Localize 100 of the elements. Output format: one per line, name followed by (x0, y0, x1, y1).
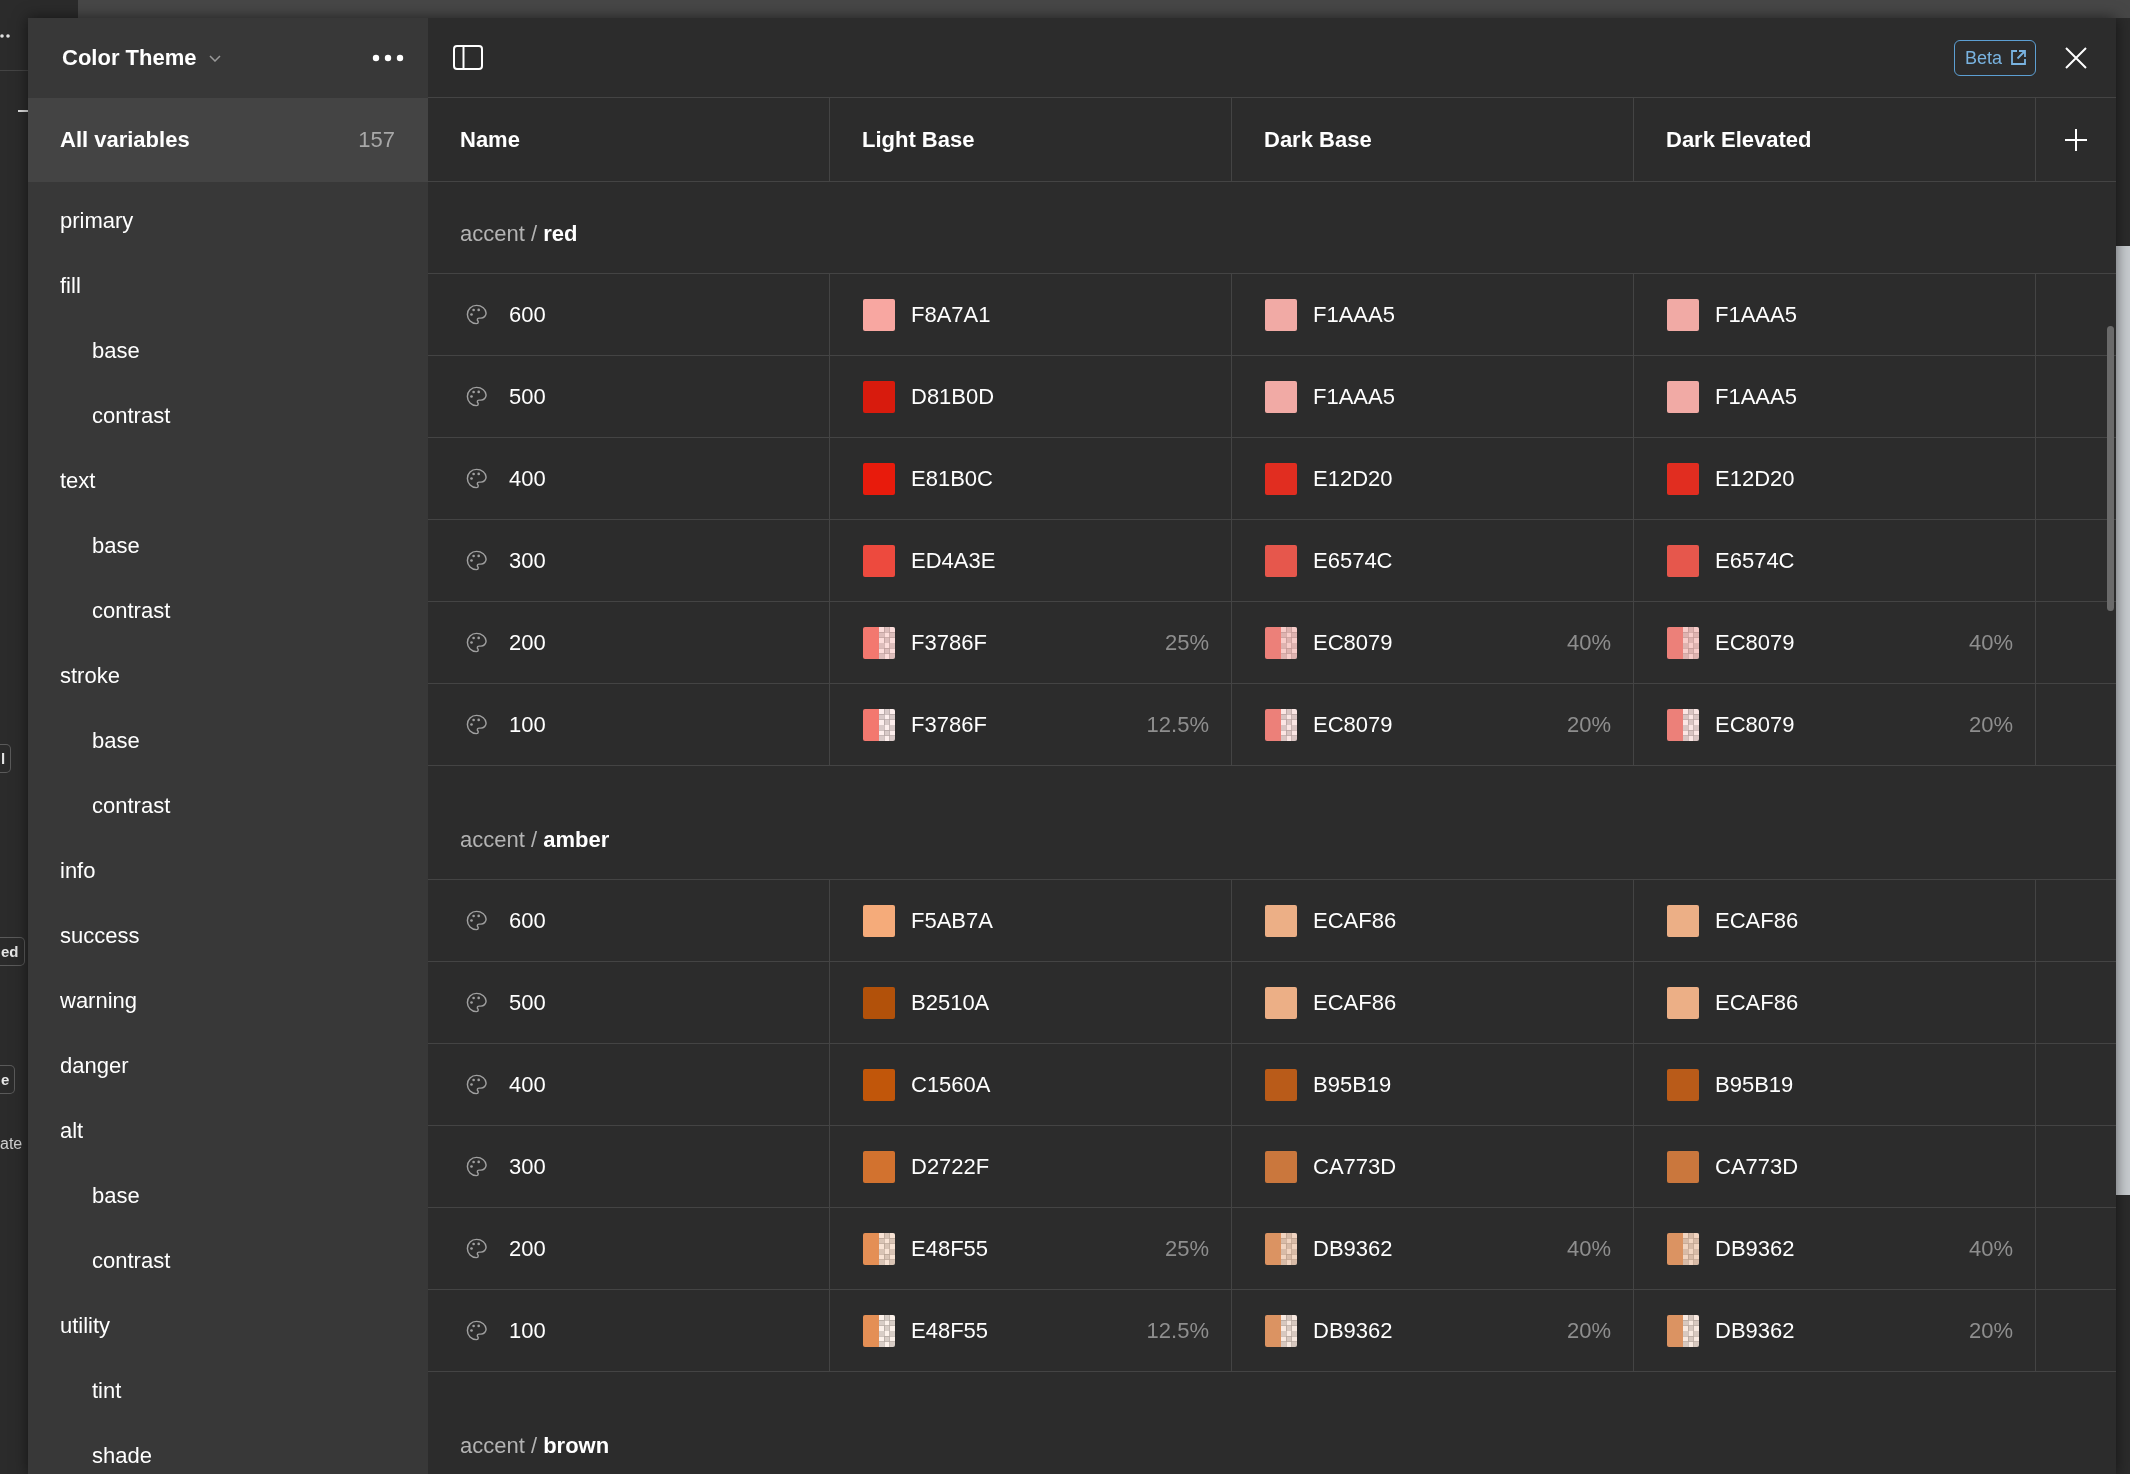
sidebar-item[interactable]: contrast (28, 383, 428, 448)
property-tag: e (0, 1065, 16, 1094)
sidebar-item[interactable]: shade (28, 1423, 428, 1474)
beta-badge[interactable]: Beta (1953, 39, 2036, 76)
hex-value: CA773D (1313, 1155, 1397, 1178)
opacity-value: 25% (1164, 1237, 1209, 1260)
variable-count: 157 (358, 129, 395, 151)
hex-value: F3786F (911, 631, 987, 654)
hex-value: E48F55 (911, 1237, 989, 1260)
sidebar-item[interactable]: stroke (28, 643, 428, 708)
opacity-value: 40% (1566, 631, 1611, 654)
group-title: accent / brown (460, 1435, 610, 1457)
hex-value: B2510A (911, 991, 990, 1014)
palette-icon (465, 1073, 488, 1096)
palette-icon (465, 303, 488, 326)
palette-icon (465, 631, 488, 654)
palette-icon (465, 713, 488, 736)
sidebar-item[interactable]: contrast (28, 773, 428, 838)
sidebar-item[interactable]: info (28, 838, 428, 903)
more-icon[interactable] (372, 54, 404, 62)
sidebar-item[interactable]: fill (28, 253, 428, 318)
hex-value: EC8079 (1313, 631, 1393, 654)
hex-value: F1AAA5 (1715, 303, 1797, 326)
sidebar-item[interactable]: danger (28, 1033, 428, 1098)
hex-value: F1AAA5 (1313, 303, 1395, 326)
hex-value: B95B19 (1313, 1073, 1392, 1096)
opacity-value: 20% (1968, 1319, 2013, 1342)
opacity-value: 20% (1566, 713, 1611, 736)
hex-value: EC8079 (1715, 631, 1795, 654)
variable-name: 300 (509, 549, 546, 572)
sidebar-item[interactable]: tint (28, 1358, 428, 1423)
column-header: Dark Base (1264, 128, 1372, 151)
sidebar-item[interactable]: alt (28, 1098, 428, 1163)
sidebar-item[interactable]: warning (28, 968, 428, 1033)
variable-name: 400 (509, 1073, 546, 1096)
sidebar-item[interactable]: primary (28, 188, 428, 253)
hex-value: F1AAA5 (1715, 385, 1797, 408)
sidebar-item[interactable]: text (28, 448, 428, 513)
sidebar-item[interactable]: base (28, 708, 428, 773)
scrollbar-thumb[interactable] (2107, 326, 2114, 611)
palette-icon (465, 1155, 488, 1178)
column-header: Dark Elevated (1666, 128, 1812, 151)
variable-name: 100 (509, 1319, 546, 1342)
hex-value: DB9362 (1313, 1319, 1393, 1342)
sidebar-item[interactable]: All variables 157 (28, 98, 428, 182)
palette-icon (465, 549, 488, 572)
hex-value: E6574C (1715, 549, 1795, 572)
close-icon[interactable] (2065, 46, 2087, 69)
opacity-value: 40% (1968, 1237, 2013, 1260)
hex-value: E48F55 (911, 1319, 989, 1342)
hex-value: EC8079 (1313, 713, 1393, 736)
collection-dropdown[interactable]: Color Theme (62, 47, 222, 69)
opacity-value: 20% (1968, 713, 2013, 736)
hex-value: E12D20 (1313, 467, 1393, 490)
hex-value: E81B0C (911, 467, 993, 490)
dash-icon (18, 110, 28, 112)
hex-value: F1AAA5 (1313, 385, 1395, 408)
hex-value: ECAF86 (1313, 991, 1397, 1014)
variable-name: 600 (509, 303, 546, 326)
variable-name: 300 (509, 1155, 546, 1178)
sidebar-item[interactable]: utility (28, 1293, 428, 1358)
opacity-value: 40% (1566, 1237, 1611, 1260)
hex-value: EC8079 (1715, 713, 1795, 736)
sidebar-item[interactable]: base (28, 513, 428, 578)
opacity-value: 12.5% (1146, 713, 1209, 736)
variable-name: 500 (509, 991, 546, 1014)
external-link-icon (2010, 49, 2027, 66)
opacity-value: 25% (1164, 631, 1209, 654)
chevron-down-icon (209, 54, 222, 62)
dots-icon (0, 34, 10, 38)
variable-name: 500 (509, 385, 546, 408)
hex-value: C1560A (911, 1073, 991, 1096)
column-header: Name (460, 128, 520, 151)
column-header: Light Base (862, 128, 975, 151)
sidebar-item[interactable]: base (28, 318, 428, 383)
sidebar-item[interactable]: contrast (28, 578, 428, 643)
hex-value: E6574C (1313, 549, 1393, 572)
hex-value: D81B0D (911, 385, 995, 408)
palette-icon (465, 909, 488, 932)
variable-name: 100 (509, 713, 546, 736)
sidebar-item[interactable]: contrast (28, 1228, 428, 1293)
panel-icon[interactable] (453, 45, 483, 70)
hex-value: ECAF86 (1313, 909, 1397, 932)
group-title: accent / amber (460, 829, 610, 851)
hex-value: DB9362 (1715, 1237, 1795, 1260)
hex-value: ED4A3E (911, 549, 996, 572)
palette-icon (465, 1319, 488, 1342)
property-tag: l (0, 744, 12, 773)
hex-value: F8A7A1 (911, 303, 991, 326)
sidebar-item[interactable]: base (28, 1163, 428, 1228)
opacity-value: 40% (1968, 631, 2013, 654)
variable-name: 200 (509, 1237, 546, 1260)
hex-value: ECAF86 (1715, 991, 1799, 1014)
plus-icon[interactable] (2065, 128, 2087, 151)
property-tag: ed (0, 937, 25, 966)
hex-value: F3786F (911, 713, 987, 736)
opacity-value: 12.5% (1146, 1319, 1209, 1342)
hex-value: CA773D (1715, 1155, 1799, 1178)
variable-name: 600 (509, 909, 546, 932)
sidebar-item[interactable]: success (28, 903, 428, 968)
